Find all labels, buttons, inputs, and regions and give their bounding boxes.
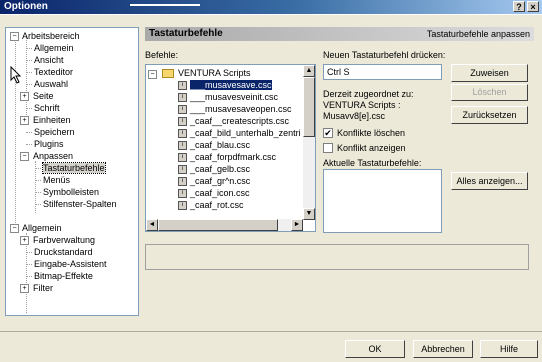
tree-item-eingabe-assistent[interactable]: Eingabe-Assistent [26, 258, 107, 270]
expand-icon[interactable]: + [20, 92, 29, 101]
tree-item-allgemein-root[interactable]: − Allgemein [8, 222, 62, 234]
folder-icon [161, 69, 174, 79]
new-shortcut-input[interactable]: Ctrl S [323, 64, 442, 80]
command-item[interactable]: ı ___musavesaveopen.csc [178, 103, 292, 115]
ok-button[interactable]: OK [345, 340, 405, 358]
script-file-icon: ı [178, 189, 187, 199]
horizontal-scrollbar[interactable]: ◄ ► [146, 219, 303, 231]
vertical-scrollbar[interactable]: ▲ ▼ [303, 65, 315, 220]
assigned-value-line2: Musavv8[e].csc [323, 111, 386, 121]
collapse-icon[interactable]: − [148, 70, 157, 79]
command-item[interactable]: ı _caaf_gelb.csc [178, 163, 250, 175]
script-file-icon: ı [178, 117, 187, 127]
tree-item-filter[interactable]: + Filter [18, 282, 53, 294]
command-item[interactable]: ı _caaf_rot.csc [178, 199, 244, 211]
conflict-show-label: Konflikt anzeigen [337, 143, 406, 153]
scroll-thumb[interactable] [158, 219, 278, 231]
tree-item-stilfenster-spalten[interactable]: Stilfenster-Spalten [35, 198, 117, 210]
script-file-icon: ı [178, 129, 187, 139]
tree-item-einheiten[interactable]: + Einheiten [18, 114, 71, 126]
tree-item-arbeitsbereich[interactable]: − Arbeitsbereich [8, 30, 80, 42]
delete-button[interactable]: Löschen [451, 84, 528, 101]
tree-item-symbolleisten[interactable]: Symbolleisten [35, 186, 99, 198]
expand-icon[interactable]: + [20, 284, 29, 293]
show-all-button[interactable]: Alles anzeigen... [451, 172, 528, 190]
command-item[interactable]: ı ___musavesveinit.csc [178, 91, 278, 103]
new-shortcut-label: Neuen Tastaturbefehl drücken: [323, 50, 446, 60]
command-item[interactable]: ı ___musavesave.csc [178, 79, 273, 91]
conflict-delete-checkbox[interactable]: ✔ [323, 128, 333, 138]
expand-icon[interactable]: + [20, 116, 29, 125]
panel-subtitle: Tastaturbefehle anpassen [426, 29, 530, 39]
script-file-icon: ı [178, 141, 187, 151]
command-item[interactable]: ı _caaf__createscripts.csc [178, 115, 289, 127]
scroll-left-icon[interactable]: ◄ [146, 219, 158, 231]
command-item[interactable]: ı _caaf_icon.csc [178, 187, 250, 199]
collapse-icon[interactable]: − [20, 152, 29, 161]
tree-item-allgemein[interactable]: Allgemein [26, 42, 74, 54]
commands-label: Befehle: [145, 50, 179, 60]
script-file-icon: ı [178, 93, 187, 103]
mouse-cursor-icon [10, 66, 22, 84]
tree-item-bitmap-effekte[interactable]: Bitmap-Effekte [26, 270, 93, 282]
panel-title: Tastaturbefehle [149, 28, 223, 39]
description-box [145, 244, 529, 270]
assign-button[interactable]: Zuweisen [451, 64, 528, 82]
tree-item-menues[interactable]: Menüs [35, 174, 70, 186]
tree-item-seite[interactable]: + Seite [18, 90, 54, 102]
command-item[interactable]: ı _caaf_gr^n.csc [178, 175, 250, 187]
tree-item-auswahl[interactable]: Auswahl [26, 78, 68, 90]
tree-item-texteditor[interactable]: Texteditor [26, 66, 73, 78]
script-file-icon: ı [178, 153, 187, 163]
scroll-up-icon[interactable]: ▲ [303, 65, 315, 77]
current-shortcuts-label: Aktuelle Tastaturbefehle: [323, 158, 422, 168]
close-button[interactable]: × [527, 1, 539, 12]
window-title: Optionen [4, 1, 48, 12]
assigned-to-label: Derzeit zugeordnet zu: [323, 89, 414, 99]
conflict-delete-label: Konflikte löschen [337, 128, 406, 138]
collapse-icon[interactable]: − [10, 224, 19, 233]
collapse-icon[interactable]: − [10, 32, 19, 41]
help-title-button[interactable]: ? [513, 1, 525, 12]
command-item[interactable]: ı _caaf_forpdfmark.csc [178, 151, 276, 163]
options-tree[interactable]: − Arbeitsbereich Allgemein Ansicht Texte… [5, 27, 139, 316]
command-item[interactable]: ı _caaf_bild_unterhalb_zentri [178, 127, 301, 139]
script-file-icon: ı [178, 165, 187, 175]
folder-ventura-scripts[interactable]: − VENTURA Scripts [148, 67, 251, 79]
tree-item-tastaturbefehle[interactable]: Tastaturbefehle [35, 162, 106, 174]
tree-item-plugins[interactable]: Plugins [26, 138, 64, 150]
assigned-value-line1: VENTURA Scripts : [323, 100, 401, 110]
tree-item-ansicht[interactable]: Ansicht [26, 54, 64, 66]
cancel-button[interactable]: Abbrechen [413, 340, 473, 358]
script-file-icon: ı [178, 177, 187, 187]
scroll-thumb[interactable] [303, 77, 315, 137]
title-bar: Optionen ? × [0, 0, 542, 14]
script-file-icon: ı [178, 81, 187, 91]
script-file-icon: ı [178, 201, 187, 211]
tree-item-druckstandard[interactable]: Druckstandard [26, 246, 93, 258]
scroll-right-icon[interactable]: ► [291, 219, 303, 231]
command-item[interactable]: ı _caaf_blau.csc [178, 139, 250, 151]
commands-list[interactable]: − VENTURA Scripts ı ___musavesave.csc ı __… [145, 64, 316, 232]
tree-item-farbverwaltung[interactable]: + Farbverwaltung [18, 234, 95, 246]
help-button[interactable]: Hilfe [480, 340, 538, 358]
expand-icon[interactable]: + [20, 236, 29, 245]
script-file-icon: ı [178, 105, 187, 115]
tree-item-schrift[interactable]: Schrift [26, 102, 60, 114]
tree-item-anpassen[interactable]: − Anpassen [18, 150, 73, 162]
reset-button[interactable]: Zurücksetzen [451, 106, 528, 124]
tree-item-speichern[interactable]: Speichern [26, 126, 75, 138]
scroll-down-icon[interactable]: ▼ [303, 208, 315, 220]
current-shortcuts-list[interactable] [323, 169, 442, 233]
panel-header: Tastaturbefehle Tastaturbefehle anpassen [145, 27, 534, 41]
conflict-show-checkbox[interactable] [323, 143, 333, 153]
